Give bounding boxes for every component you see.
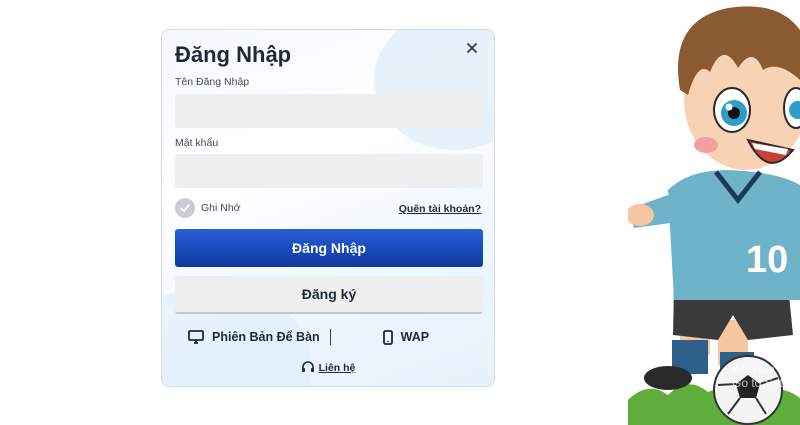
wap-version-link[interactable]: WAP [382,329,430,345]
separator [329,329,331,345]
password-input[interactable] [175,154,483,188]
headset-icon [301,361,314,372]
monitor-icon [188,330,204,344]
login-dialog: Đăng Nhập Tên Đăng Nhập Mật khẩu Ghi Nhớ… [161,29,495,387]
contact-label: Liên hệ [318,361,356,374]
wap-version-label: WAP [400,330,430,344]
activation-watermark: Activate Go to Settin [732,362,795,390]
mobile-phone-icon [382,329,393,345]
desktop-version-link[interactable]: Phiên Bản Để Bàn [188,330,320,344]
checkmark-icon [180,204,190,212]
register-button[interactable]: Đăng ký [175,276,483,314]
remember-label: Ghi Nhớ [201,202,241,214]
version-switcher: Phiên Bản Để Bàn WAP [175,327,483,347]
username-input[interactable] [175,94,483,128]
contact-link[interactable]: Liên hệ [162,361,494,374]
login-button[interactable]: Đăng Nhập [175,229,483,267]
close-icon[interactable] [464,40,480,56]
remember-me[interactable]: Ghi Nhớ [175,198,241,218]
dialog-title: Đăng Nhập [175,42,292,67]
jersey-number: 10 [746,239,788,281]
desktop-version-label: Phiên Bản Để Bàn [212,330,320,344]
password-label: Mật khẩu [175,137,219,149]
forgot-account-link[interactable]: Quên tài khoản? [399,203,481,215]
watermark-line2: Go to Settin [732,376,796,390]
remember-checkbox[interactable] [175,198,195,218]
username-label: Tên Đăng Nhập [175,76,250,88]
watermark-line1: Activate [732,362,775,376]
